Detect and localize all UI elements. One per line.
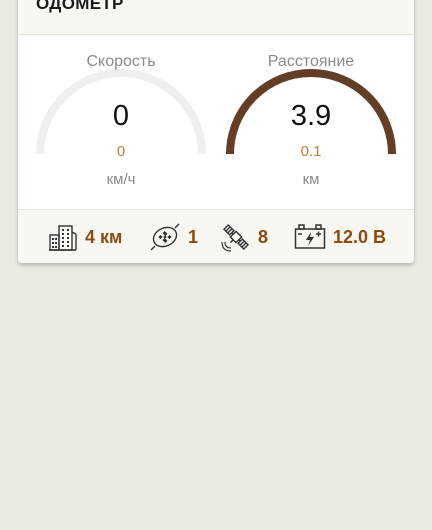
- distance-gauge: Расстояние 3.9 0.1 км: [219, 42, 403, 192]
- battery-value: 12.0 В: [333, 226, 387, 247]
- satellites-stat: 8: [221, 219, 268, 255]
- city-distance-value: 4 км: [85, 226, 123, 247]
- gps-fix-icon: [150, 223, 180, 251]
- battery-stat: 12.0 В: [294, 219, 386, 255]
- card-title: ОДОМЕТР: [36, 0, 124, 13]
- buildings-icon: [49, 225, 77, 251]
- card-header: ОДОМЕТР: [18, 0, 414, 35]
- speed-gauge: Скорость 0 0 км/ч: [29, 42, 213, 192]
- distance-sub-value: 0.1: [300, 143, 322, 160]
- odometer-card: ОДОМЕТР Скорость 0 0 км/ч Расстояние 3.9…: [18, 0, 414, 263]
- distance-unit: км: [302, 171, 320, 188]
- satellites-used-value: 1: [188, 226, 199, 247]
- satellites-value: 8: [258, 226, 269, 247]
- speed-value: 0: [112, 100, 130, 132]
- satellite-icon: [221, 223, 250, 252]
- status-bar: 4 км 1 8 12.0 В: [18, 209, 414, 263]
- distance-value: 3.9: [290, 100, 332, 132]
- speed-sub-value: 0: [116, 143, 126, 160]
- speed-label: Скорость: [86, 53, 156, 70]
- speed-unit: км/ч: [106, 171, 136, 188]
- battery-icon: [294, 224, 326, 249]
- city-distance-stat: 4 км: [48, 219, 122, 255]
- distance-label: Расстояние: [267, 53, 355, 70]
- satellites-used-stat: 1: [149, 219, 198, 255]
